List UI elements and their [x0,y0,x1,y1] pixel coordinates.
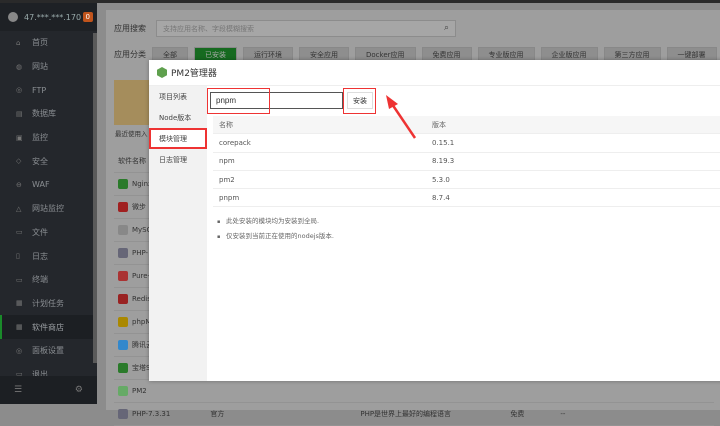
row-price: 免费 [510,410,525,418]
annotation-arrow-icon [386,95,417,139]
row-type: 官方 [210,410,225,418]
row-desc: PHP是世界上最好的编程语言 [360,410,452,418]
app-name: PHP-7.3.31 [132,410,171,418]
table-row[interactable]: PHP-7.3.31 官方 PHP是世界上最好的编程语言 免费 -- [114,403,714,426]
app-icon [118,409,128,419]
row-expire: -- [560,410,566,418]
